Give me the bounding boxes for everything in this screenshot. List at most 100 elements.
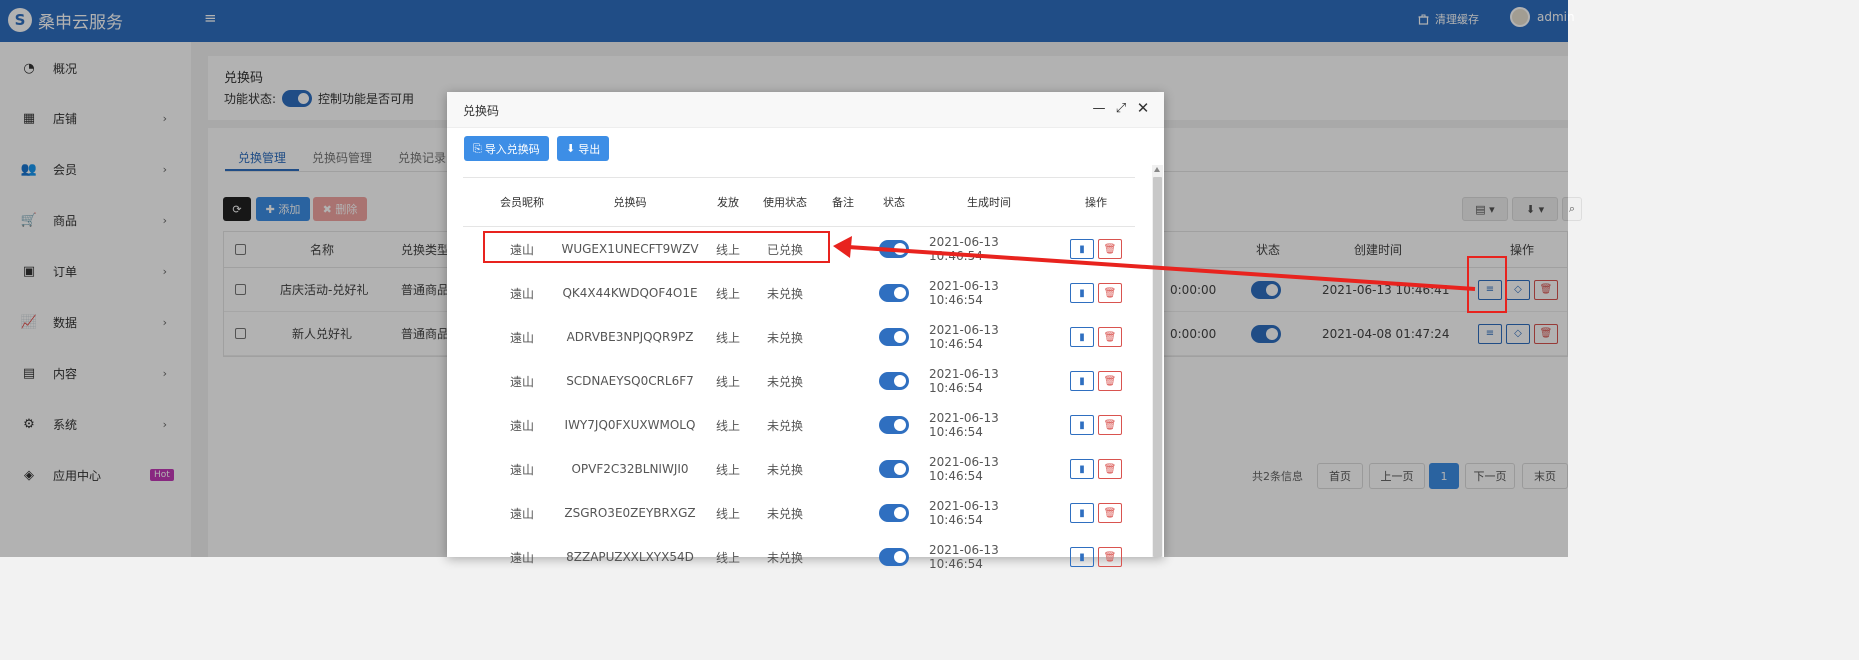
toggle-switch[interactable] (879, 372, 909, 390)
scroll-thumb[interactable] (1153, 177, 1162, 557)
row-created: 2021-06-13 10:46:54 (929, 279, 999, 307)
row-actions: ▮ 🗑 (1068, 227, 1128, 271)
col-note: 备注 (832, 196, 854, 209)
bookmark-button[interactable]: ▮ (1070, 547, 1094, 567)
row-nickname: 遠山 (509, 506, 534, 521)
bookmark-icon: ▮ (1079, 331, 1085, 343)
row-actions: ▮ 🗑 (1068, 271, 1128, 315)
codes-table-row: 遠山 ADRVBE3NPJQQR9PZ 线上 未兑换 2021-06-13 10:46:… (463, 315, 1135, 359)
row-actions: ▮ 🗑 (1068, 315, 1128, 359)
row-issue: 线上 (715, 462, 740, 477)
col-use-status: 使用状态 (763, 196, 807, 209)
row-note (826, 315, 860, 359)
export-label: 导出 (578, 142, 601, 156)
delete-code-button[interactable]: 🗑 (1098, 327, 1122, 347)
row-nickname: 遠山 (509, 286, 534, 301)
download-icon: ⬇ (566, 142, 576, 155)
row-use-status: 未兑换 (766, 374, 803, 389)
row-note (826, 359, 860, 403)
modal-scrollbar[interactable] (1152, 165, 1163, 557)
row-use-status: 未兑换 (766, 462, 803, 477)
row-created: 2021-06-13 10:46:54 (929, 543, 999, 571)
toggle-switch[interactable] (879, 504, 909, 522)
row-actions: ▮ 🗑 (1068, 491, 1128, 535)
row-status-toggle[interactable] (877, 359, 911, 403)
delete-code-button[interactable]: 🗑 (1098, 503, 1122, 523)
toggle-switch[interactable] (879, 284, 909, 302)
highlight-codes-button (1467, 256, 1507, 313)
toggle-switch[interactable] (879, 416, 909, 434)
row-status-toggle[interactable] (877, 271, 911, 315)
trash-icon: 🗑 (1103, 287, 1117, 299)
row-issue: 线上 (715, 286, 740, 301)
bookmark-button[interactable]: ▮ (1070, 371, 1094, 391)
row-status-toggle[interactable] (877, 491, 911, 535)
row-issue: 线上 (715, 374, 740, 389)
trash-icon: 🗑 (1103, 551, 1117, 563)
bookmark-button[interactable]: ▮ (1070, 327, 1094, 347)
delete-code-button[interactable]: 🗑 (1098, 415, 1122, 435)
bookmark-button[interactable]: ▮ (1070, 503, 1094, 523)
row-issue: 线上 (715, 506, 740, 521)
bookmark-icon: ▮ (1079, 375, 1085, 387)
delete-code-button[interactable]: 🗑 (1098, 371, 1122, 391)
row-created: 2021-06-13 10:46:54 (929, 235, 999, 263)
row-status-toggle[interactable] (877, 535, 911, 579)
row-nickname: 遠山 (509, 550, 534, 565)
bookmark-button[interactable]: ▮ (1070, 239, 1094, 259)
row-use-status: 未兑换 (766, 330, 803, 345)
codes-table-row: 遠山 ZSGRO3E0ZEYBRXGZ 线上 未兑换 2021-06-13 10:46:… (463, 491, 1135, 535)
toggle-switch[interactable] (879, 548, 909, 566)
trash-icon: 🗑 (1103, 375, 1117, 387)
bookmark-icon: ▮ (1079, 507, 1085, 519)
close-icon[interactable]: ✕ (1136, 99, 1150, 117)
highlight-redeemed-row (483, 231, 830, 263)
scroll-up-icon[interactable] (1154, 167, 1160, 172)
row-status-toggle[interactable] (877, 403, 911, 447)
delete-code-button[interactable]: 🗑 (1098, 239, 1122, 259)
bookmark-icon: ▮ (1079, 243, 1085, 255)
codes-table-header: 会员昵称 兑换码 发放 使用状态 备注 状态 生成时间 操作 (463, 177, 1135, 227)
trash-icon: 🗑 (1103, 243, 1117, 255)
col-code: 兑换码 (613, 196, 647, 209)
toggle-switch[interactable] (879, 240, 909, 258)
row-status-toggle[interactable] (877, 227, 911, 271)
export-button[interactable]: ⬇ 导出 (557, 136, 610, 161)
row-code: ADRVBE3NPJQQR9PZ (566, 330, 694, 344)
trash-icon: 🗑 (1103, 463, 1117, 475)
col-created: 生成时间 (967, 196, 1011, 209)
row-note (826, 403, 860, 447)
row-code: ZSGRO3E0ZEYBRXGZ (564, 506, 696, 520)
trash-icon: 🗑 (1103, 507, 1117, 519)
minimize-icon[interactable]: — (1092, 101, 1106, 116)
col-status: 状态 (883, 196, 905, 209)
row-actions: ▮ 🗑 (1068, 447, 1128, 491)
bookmark-button[interactable]: ▮ (1070, 459, 1094, 479)
col-actions: 操作 (1085, 196, 1107, 209)
maximize-icon[interactable]: ⤢ (1114, 101, 1128, 116)
row-issue: 线上 (715, 330, 740, 345)
modal-title: 兑换码 (463, 104, 500, 118)
codes-table-row: 遠山 IWY7JQ0FXUXWMOLQ 线上 未兑换 2021-06-13 10:46:… (463, 403, 1135, 447)
row-created: 2021-06-13 10:46:54 (929, 367, 999, 395)
toggle-switch[interactable] (879, 328, 909, 346)
row-actions: ▮ 🗑 (1068, 403, 1128, 447)
import-label: 导入兑换码 (484, 142, 540, 156)
row-note (826, 447, 860, 491)
bookmark-button[interactable]: ▮ (1070, 283, 1094, 303)
row-status-toggle[interactable] (877, 315, 911, 359)
file-import-icon: ⎘ (473, 141, 482, 155)
row-created: 2021-06-13 10:46:54 (929, 499, 999, 527)
import-codes-button[interactable]: ⎘ 导入兑换码 (464, 136, 549, 161)
toggle-switch[interactable] (879, 460, 909, 478)
row-created: 2021-06-13 10:46:54 (929, 455, 999, 483)
row-code: 8ZZAPUZXXLXYX54D (566, 550, 694, 564)
bookmark-icon: ▮ (1079, 287, 1085, 299)
row-status-toggle[interactable] (877, 447, 911, 491)
modal-header: 兑换码 — ⤢ ✕ (447, 92, 1164, 128)
delete-code-button[interactable]: 🗑 (1098, 459, 1122, 479)
col-nickname: 会员昵称 (500, 196, 544, 209)
delete-code-button[interactable]: 🗑 (1098, 547, 1122, 567)
delete-code-button[interactable]: 🗑 (1098, 283, 1122, 303)
bookmark-button[interactable]: ▮ (1070, 415, 1094, 435)
